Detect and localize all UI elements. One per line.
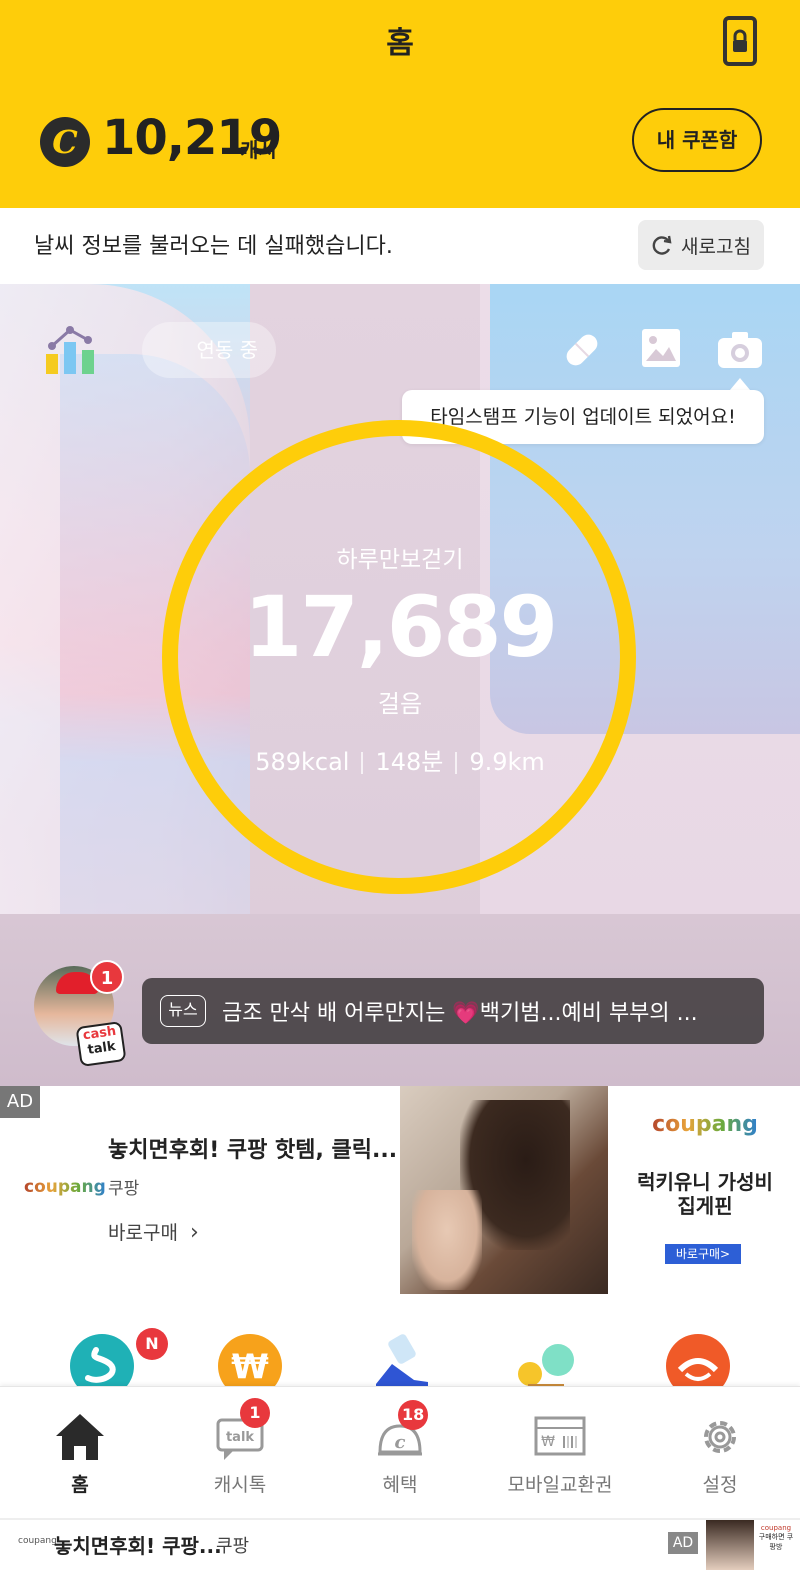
ad-buy-link[interactable]: 바로구매 › xyxy=(108,1218,199,1245)
svg-text:₩: ₩ xyxy=(231,1347,269,1387)
distance-value: 9.9km xyxy=(469,748,545,776)
ad-label: AD xyxy=(0,1086,40,1118)
ad-image-detail xyxy=(412,1190,482,1290)
talk-badge: 1 xyxy=(240,1398,270,1428)
cashtalk-badge: 1 xyxy=(90,960,124,994)
ad-advertiser: 쿠팡 xyxy=(108,1179,140,1199)
lock-screen-icon[interactable] xyxy=(722,16,758,66)
nav-cashtalk[interactable]: talk 1 캐시톡 xyxy=(160,1398,320,1508)
ad-right-title-line-2: 집게핀 xyxy=(677,1194,733,1218)
ad-right-title-line-1: 럭키유니 가성비 xyxy=(637,1170,773,1194)
nav-benefit[interactable]: c 18 혜택 xyxy=(320,1398,480,1508)
nav-mobile-coupon-label: 모바일교환권 xyxy=(507,1474,613,1496)
my-coupons-button[interactable]: 내 쿠폰함 xyxy=(632,108,762,172)
weather-message: 날씨 정보를 불러오는 데 실패했습니다. xyxy=(34,234,393,259)
nav-home-label: 홈 xyxy=(71,1474,89,1496)
cash-unit: 캐시 xyxy=(240,138,277,162)
new-badge: N xyxy=(136,1328,168,1360)
nav-mobile-coupon[interactable]: ₩ 모바일교환권 xyxy=(480,1398,640,1508)
tooltip-arrow xyxy=(730,378,750,390)
svg-text:talk: talk xyxy=(226,1430,254,1445)
banner-thumbnail[interactable] xyxy=(706,1520,754,1570)
ad-right-title: 럭키유니 가성비 집게핀 xyxy=(620,1170,790,1218)
walk-metrics: 589kcal 148분 9.9km xyxy=(0,742,800,777)
refresh-label: 새로고침 xyxy=(681,235,751,258)
news-tag: 뉴스 xyxy=(160,995,206,1027)
step-unit: 걸음 xyxy=(377,690,423,718)
nav-benefit-label: 혜택 xyxy=(382,1474,418,1496)
svg-text:c: c xyxy=(395,1432,406,1453)
home-icon xyxy=(56,1414,104,1460)
banner-advertiser: 쿠팡 xyxy=(216,1536,250,1557)
refresh-button[interactable]: 새로고침 xyxy=(638,220,764,270)
ad-right-brand: coupang xyxy=(620,1112,790,1137)
nav-settings-label: 설정 xyxy=(702,1474,738,1496)
metric-divider xyxy=(361,752,364,774)
calories-value: 589kcal xyxy=(255,748,350,776)
walk-title: 하루만보걷기 xyxy=(336,547,464,573)
metric-divider xyxy=(455,752,458,774)
banner-thumb-brand: coupang xyxy=(760,1524,792,1532)
banner-ad-label: AD xyxy=(668,1532,698,1554)
coupon-ticket-icon: ₩ xyxy=(534,1416,586,1456)
ad-brand-text: coupang xyxy=(24,1177,106,1197)
sync-status-pill[interactable]: 연동 중 xyxy=(142,322,276,378)
news-headline: 금조 만삭 배 어루만지는 💗백기범...예비 부부의 ... xyxy=(222,1001,698,1026)
banner-title[interactable]: 놓치면후회! 쿠팡... xyxy=(54,1530,222,1559)
ad-right-brand-text: coupang xyxy=(652,1112,758,1137)
nav-settings[interactable]: 설정 xyxy=(640,1398,800,1508)
svg-text:₩: ₩ xyxy=(541,1434,555,1450)
ad-brand-logo: coupang xyxy=(24,1177,106,1197)
banner-brand: coupang xyxy=(18,1536,57,1546)
ad-right-buy-button[interactable]: 바로구매> xyxy=(665,1244,741,1264)
image-gallery-icon[interactable] xyxy=(640,327,682,369)
camera-icon[interactable] xyxy=(716,330,764,370)
banner-thumbnail-text: coupang 구매하면 쿠팡방 xyxy=(756,1524,796,1566)
ad-title[interactable]: 놓치면후회! 쿠팡 핫템, 클릭... xyxy=(108,1132,397,1164)
pill-icon[interactable] xyxy=(560,328,604,372)
gear-icon xyxy=(704,1421,736,1453)
cashtalk-sticker-icon: cash talk xyxy=(75,1020,127,1068)
stats-chart-icon[interactable] xyxy=(44,324,98,376)
refresh-icon xyxy=(652,235,672,255)
ad-buy-label: 바로구매 xyxy=(108,1222,178,1244)
nav-cashtalk-label: 캐시톡 xyxy=(213,1474,267,1496)
minutes-value: 148분 xyxy=(375,748,444,776)
step-count[interactable]: 17,689 xyxy=(0,578,800,676)
nav-home[interactable]: 홈 xyxy=(0,1398,160,1508)
page-title: 홈 xyxy=(386,26,414,61)
cash-coin-icon: C xyxy=(40,117,90,167)
banner-thumb-text: 구매하면 쿠팡방 xyxy=(758,1533,794,1551)
news-ticker[interactable]: 뉴스 금조 만삭 배 어루만지는 💗백기범...예비 부부의 ... xyxy=(142,978,764,1044)
chevron-right-icon: › xyxy=(189,1220,199,1245)
